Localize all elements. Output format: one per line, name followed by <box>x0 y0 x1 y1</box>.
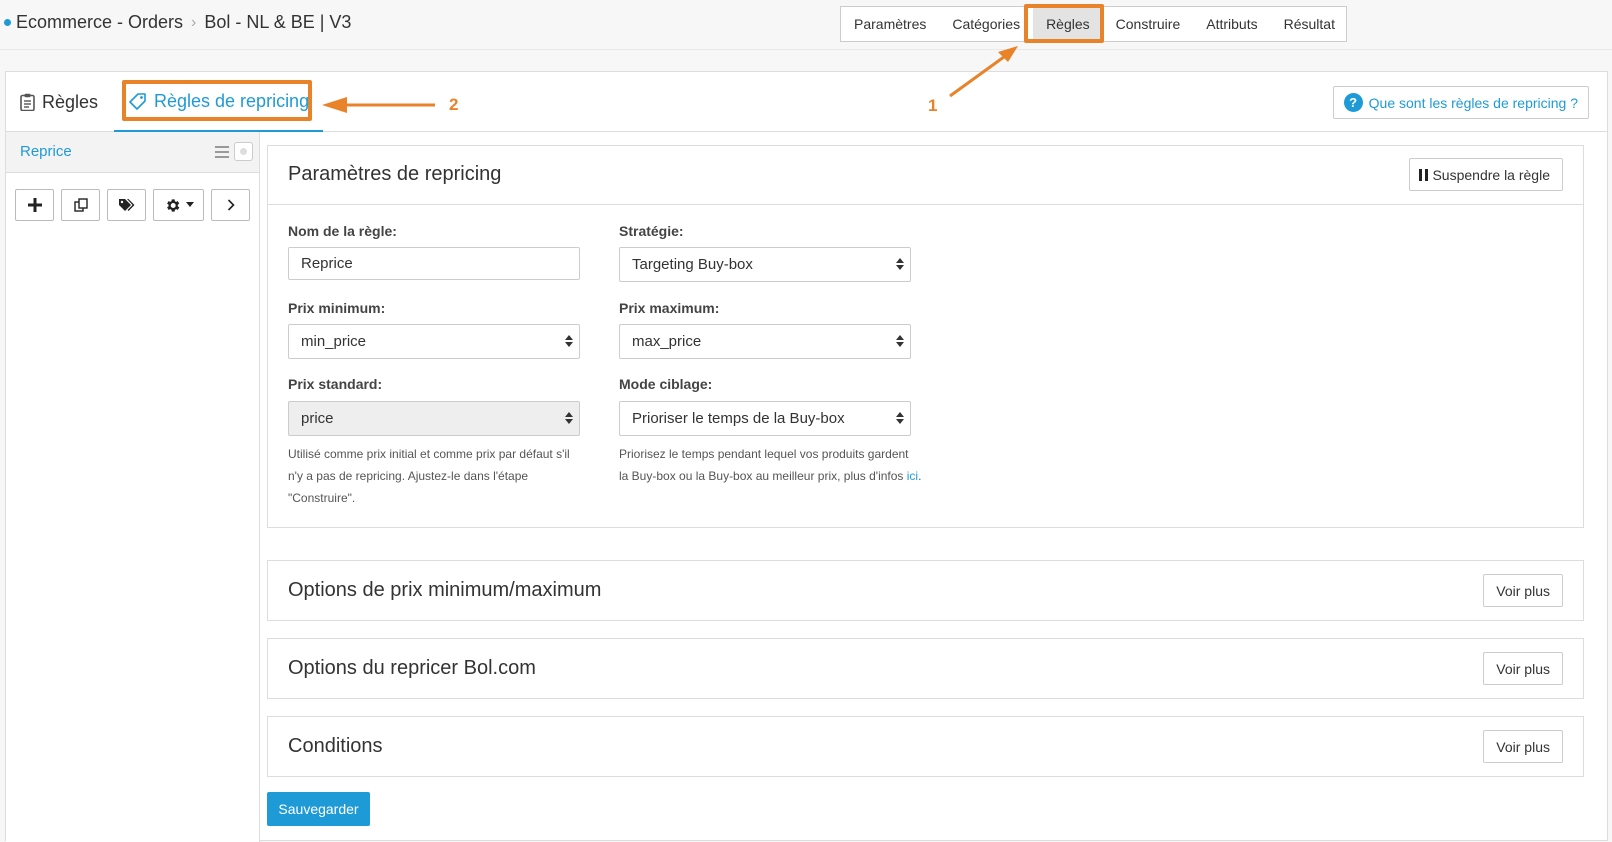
rule-name-value: Reprice <box>301 255 353 272</box>
status-dot <box>4 19 11 26</box>
select-arrows-icon <box>896 412 904 424</box>
strategy-value: Targeting Buy-box <box>632 256 753 273</box>
annotation-box-step <box>1024 4 1104 43</box>
help-line: la Buy-box ou la Buy-box au meilleur pri… <box>619 465 939 487</box>
drag-handle-icon[interactable] <box>215 146 229 158</box>
see-more-button[interactable]: Voir plus <box>1483 730 1563 763</box>
annotation-number-2: 2 <box>449 95 459 114</box>
rule-name-label: Nom de la règle: <box>288 223 397 239</box>
tab-rules-label: Règles <box>42 91 99 112</box>
section-bol-repricer-options: Options du repricer Bol.com Voir plus <box>267 638 1584 699</box>
sidebar-item-label: Reprice <box>20 143 72 160</box>
suspend-rule-button[interactable]: Suspendre la règle <box>1409 158 1563 191</box>
step-attributs[interactable]: Attributs <box>1193 7 1270 41</box>
help-line: n'y a pas de repricing. Ajustez-le dans … <box>288 469 529 483</box>
section-title: Options de prix minimum/maximum <box>288 579 602 601</box>
breadcrumb-item-channel[interactable]: Bol - NL & BE | V3 <box>204 12 351 33</box>
more-info-link[interactable]: ici <box>907 469 918 483</box>
max-price-value: max_price <box>632 333 702 350</box>
standard-price-value: price <box>301 410 334 427</box>
target-mode-label: Mode ciblage: <box>619 376 713 392</box>
help-repricing-button[interactable]: ? Que sont les règles de repricing ? <box>1332 86 1589 119</box>
min-price-label: Prix minimum: <box>288 300 386 316</box>
top-bar: Ecommerce - Orders › Bol - NL & BE | V3 … <box>0 0 1612 50</box>
section-title: Conditions <box>288 735 383 757</box>
annotation-box-tab <box>122 80 312 121</box>
standard-price-help: Utilisé comme prix initial et comme prix… <box>288 443 588 509</box>
help-text: la Buy-box ou la Buy-box au meilleur pri… <box>619 469 907 483</box>
step-resultat[interactable]: Résultat <box>1271 7 1348 41</box>
select-arrows-icon <box>896 335 904 347</box>
section-conditions: Conditions Voir plus <box>267 716 1584 777</box>
see-more-button[interactable]: Voir plus <box>1483 652 1563 685</box>
section-title: Options du repricer Bol.com <box>288 657 536 679</box>
help-line: Priorisez le temps pendant lequel vos pr… <box>619 447 909 461</box>
card-header: Paramètres de repricing Suspendre la règ… <box>268 146 1583 205</box>
caret-down-icon <box>185 202 194 207</box>
tab-rules[interactable]: Règles <box>20 72 98 132</box>
rules-sidebar: Reprice <box>6 132 260 842</box>
duplicate-rule-button[interactable] <box>61 189 100 221</box>
tags-icon <box>119 199 135 211</box>
breadcrumb-item-project[interactable]: Ecommerce - Orders <box>16 12 183 33</box>
suspend-rule-label: Suspendre la règle <box>1432 166 1550 183</box>
help-line: Utilisé comme prix initial et comme prix… <box>288 447 570 461</box>
card-title: Paramètres de repricing <box>288 163 502 185</box>
max-price-select[interactable]: max_price <box>619 324 911 359</box>
step-parametres[interactable]: Paramètres <box>841 7 939 41</box>
annotation-number-1: 1 <box>928 96 938 115</box>
settings-dropdown-button[interactable] <box>153 189 204 221</box>
sidebar-toolbar <box>15 189 250 221</box>
expand-button[interactable] <box>211 189 250 221</box>
strategy-label: Stratégie: <box>619 223 684 239</box>
gear-icon <box>166 198 179 212</box>
help-line: "Construire". <box>288 491 356 505</box>
tags-button[interactable] <box>107 189 146 221</box>
plus-icon <box>27 198 42 212</box>
min-price-select[interactable]: min_price <box>288 324 580 359</box>
save-button[interactable]: Sauvegarder <box>267 792 370 826</box>
help-repricing-label: Que sont les règles de repricing ? <box>1368 94 1578 111</box>
target-mode-help: Priorisez le temps pendant lequel vos pr… <box>619 443 939 487</box>
rule-name-input[interactable]: Reprice <box>288 247 580 280</box>
sidebar-item-reprice[interactable]: Reprice <box>6 132 259 173</box>
add-rule-button[interactable] <box>15 189 54 221</box>
question-circle-icon: ? <box>1343 93 1363 112</box>
see-more-button[interactable]: Voir plus <box>1483 574 1563 607</box>
clipboard-icon <box>20 93 35 111</box>
target-mode-select[interactable]: Prioriser le temps de la Buy-box <box>619 401 911 436</box>
copy-icon <box>73 198 88 212</box>
step-construire[interactable]: Construire <box>1103 7 1194 41</box>
toggle-checkbox[interactable] <box>234 142 253 161</box>
standard-price-select[interactable]: price <box>288 401 580 436</box>
min-price-value: min_price <box>301 333 367 350</box>
step-categories[interactable]: Catégories <box>939 7 1033 41</box>
section-min-max-options: Options de prix minimum/maximum Voir plu… <box>267 560 1584 621</box>
select-arrows-icon <box>565 335 573 347</box>
help-text-end: . <box>918 469 922 483</box>
repricing-settings-card: Paramètres de repricing Suspendre la règ… <box>267 145 1584 528</box>
breadcrumb: Ecommerce - Orders › Bol - NL & BE | V3 <box>4 12 351 33</box>
select-arrows-icon <box>896 258 904 270</box>
target-mode-value: Prioriser le temps de la Buy-box <box>632 410 845 427</box>
select-arrows-icon <box>565 412 573 424</box>
strategy-select[interactable]: Targeting Buy-box <box>619 247 911 282</box>
chevron-right-icon <box>227 199 235 211</box>
standard-price-label: Prix standard: <box>288 376 383 392</box>
chevron-right-icon: › <box>191 13 197 31</box>
max-price-label: Prix maximum: <box>619 300 720 316</box>
pause-icon <box>1419 168 1429 181</box>
